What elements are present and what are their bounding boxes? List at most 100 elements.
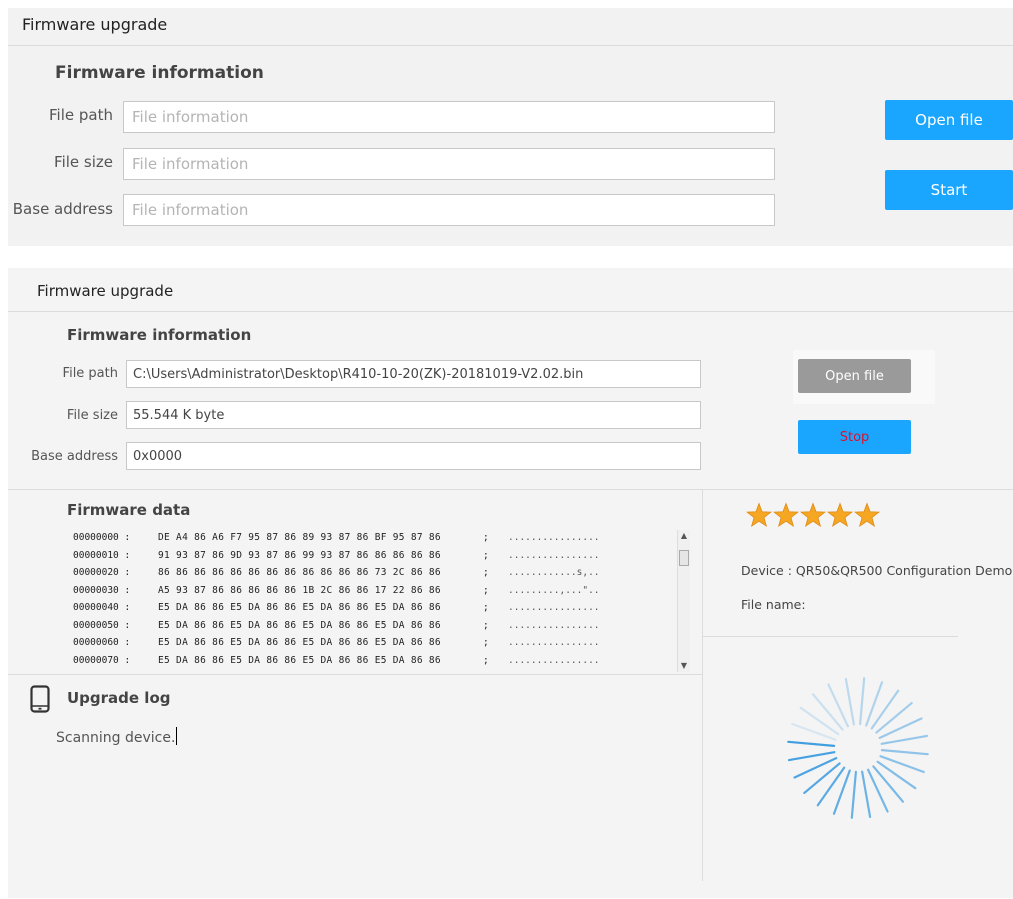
- star-icon: [773, 502, 799, 528]
- hex-separator: ;: [483, 549, 489, 561]
- log-divider: [8, 674, 702, 675]
- base-address-input[interactable]: [127, 443, 700, 469]
- device-info: Device : QR50&QR500 Configuration Demo: [741, 563, 1013, 578]
- open-file-button-disabled[interactable]: Open file: [798, 359, 911, 393]
- hex-ascii: ................: [508, 637, 600, 648]
- file-path-input[interactable]: [127, 361, 700, 387]
- rating-stars: [746, 502, 880, 528]
- hex-viewer[interactable]: ▲ ▼ 00000000 : DE A4 86 A6 F7 95 87 86 89…: [68, 530, 690, 673]
- text-cursor: [176, 727, 178, 745]
- scroll-down-arrow-icon[interactable]: ▼: [678, 660, 690, 672]
- hex-offset: 00000050 :: [73, 619, 131, 631]
- section-divider: [8, 489, 1013, 490]
- spinner-spoke: [875, 701, 913, 734]
- file-size-label: File size: [66, 408, 118, 423]
- spinner-spoke: [880, 749, 929, 756]
- hex-separator: ;: [483, 584, 489, 596]
- hex-separator: ;: [483, 637, 489, 648]
- hex-ascii: ............s,..: [508, 567, 600, 578]
- hex-offset: 00000000 :: [73, 532, 131, 543]
- spinner-spoke: [872, 765, 905, 803]
- file-path-input[interactable]: [124, 102, 774, 132]
- scroll-thumb[interactable]: [679, 550, 689, 566]
- spinner-spoke: [880, 734, 929, 745]
- hex-separator: ;: [483, 532, 489, 543]
- file-size-label: File size: [54, 153, 113, 171]
- upgrade-log-heading: Upgrade log: [67, 689, 171, 707]
- spinner-spoke: [787, 751, 836, 762]
- panel-title: Firmware upgrade: [22, 15, 168, 34]
- hex-offset: 00000010 :: [73, 549, 131, 561]
- file-path-field[interactable]: [126, 360, 701, 388]
- hex-ascii: ................: [508, 619, 600, 631]
- hex-bytes: E5 DA 86 86 E5 DA 86 86 E5 DA 86 86 E5 D…: [158, 602, 441, 613]
- title-divider: [8, 311, 1013, 312]
- hex-ascii: ................: [508, 602, 600, 613]
- spinner-spoke: [793, 757, 838, 779]
- firmware-information-heading: Firmware information: [55, 63, 264, 83]
- hex-offset: 00000030 :: [73, 584, 131, 596]
- hex-bytes: 86 86 86 86 86 86 86 86 86 86 86 86 73 2…: [158, 567, 441, 578]
- hex-separator: ;: [483, 567, 489, 578]
- start-button[interactable]: Start: [885, 170, 1013, 210]
- star-icon: [854, 502, 880, 528]
- hex-offset: 00000040 :: [73, 602, 131, 613]
- spinner-spoke: [867, 768, 889, 813]
- open-file-button[interactable]: Open file: [885, 100, 1013, 140]
- star-icon: [800, 502, 826, 528]
- spinner-spoke: [787, 740, 836, 747]
- spinner-spoke: [861, 770, 872, 819]
- file-size-input[interactable]: [124, 149, 774, 179]
- file-size-field[interactable]: [123, 148, 775, 180]
- vertical-divider: [702, 489, 703, 881]
- firmware-upgrade-panel-active: Firmware upgrade Firmware information Fi…: [8, 268, 1013, 898]
- hex-bytes: E5 DA 86 86 E5 DA 86 86 E5 DA 86 86 E5 D…: [158, 637, 441, 648]
- spinner-spoke: [850, 770, 857, 819]
- file-path-label: File path: [62, 366, 118, 381]
- hex-offset: 00000020 :: [73, 567, 131, 578]
- stop-button[interactable]: Stop: [798, 420, 911, 454]
- spinner-spoke: [811, 693, 844, 731]
- file-path-field[interactable]: [123, 101, 775, 133]
- base-address-label: Base address: [12, 200, 113, 218]
- file-size-input[interactable]: [127, 402, 700, 428]
- hex-separator: ;: [483, 602, 489, 613]
- panel-title: Firmware upgrade: [37, 282, 174, 300]
- hex-bytes: 91 93 87 86 9D 93 87 86 99 93 87 86 86 8…: [158, 549, 441, 561]
- hex-ascii: ................: [508, 532, 600, 543]
- file-name-label: File name:: [741, 597, 806, 612]
- spinner-spoke: [844, 677, 855, 726]
- hex-offset: 00000070 :: [73, 654, 131, 666]
- info-divider: [702, 636, 958, 637]
- firmware-information-heading: Firmware information: [67, 326, 252, 344]
- star-icon: [746, 502, 772, 528]
- scroll-up-arrow-icon[interactable]: ▲: [678, 530, 690, 542]
- hex-bytes: E5 DA 86 86 E5 DA 86 86 E5 DA 86 86 E5 D…: [158, 654, 441, 666]
- hex-ascii: ................: [508, 549, 600, 561]
- title-divider: [8, 45, 1013, 46]
- star-icon: [827, 502, 853, 528]
- upgrade-log-text[interactable]: Scanning device.: [56, 727, 178, 746]
- spinner-spoke: [803, 762, 841, 795]
- hex-offset: 00000060 :: [73, 637, 131, 648]
- file-path-label: File path: [49, 106, 113, 124]
- file-size-field[interactable]: [126, 401, 701, 429]
- base-address-input[interactable]: [124, 195, 774, 225]
- spinner-spoke: [878, 717, 923, 739]
- hex-bytes: A5 93 87 86 86 86 86 86 1B 2C 86 86 17 2…: [158, 584, 441, 596]
- log-message: Scanning device.: [56, 730, 176, 746]
- hex-separator: ;: [483, 619, 489, 631]
- spinner-spoke: [859, 677, 866, 726]
- hex-separator: ;: [483, 654, 489, 666]
- phone-icon: [30, 685, 50, 713]
- hex-ascii: ................: [508, 654, 600, 666]
- hex-bytes: E5 DA 86 86 E5 DA 86 86 E5 DA 86 86 E5 D…: [158, 619, 441, 631]
- spinner-spoke: [827, 683, 849, 728]
- base-address-field[interactable]: [123, 194, 775, 226]
- base-address-field[interactable]: [126, 442, 701, 470]
- loading-spinner-icon: [787, 677, 929, 819]
- hex-bytes: DE A4 86 A6 F7 95 87 86 89 93 87 86 BF 9…: [158, 532, 441, 543]
- firmware-upgrade-panel-idle: Firmware upgrade Firmware information Fi…: [8, 8, 1013, 246]
- hex-scrollbar[interactable]: ▲ ▼: [677, 530, 690, 672]
- firmware-data-heading: Firmware data: [67, 501, 191, 519]
